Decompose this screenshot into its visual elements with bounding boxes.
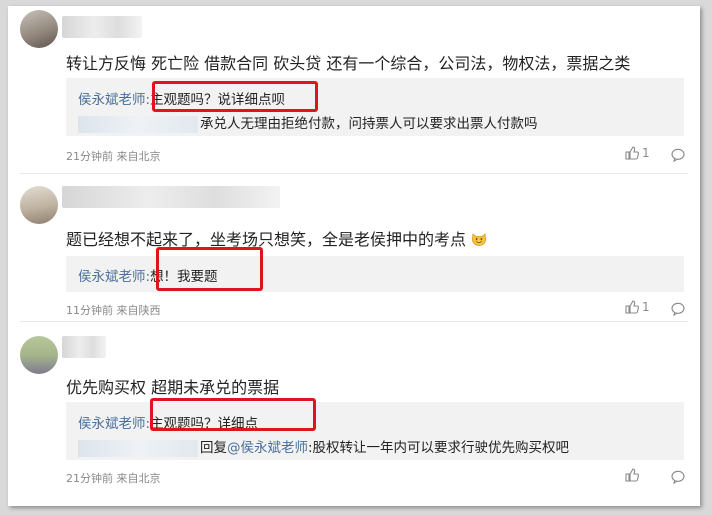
quoted-text: 承兑人无理由拒绝付款，问持票人可以要求出票人付款吗 <box>200 116 538 132</box>
comment-item: 题已经想不起来了，坐考场只想笑，全是老侯押中的考点 侯永斌老师:想！我要题 11… <box>8 174 700 322</box>
quoted-prefix: 回复 <box>200 440 227 456</box>
comment-text: 转让方反悔 死亡险 借款合同 砍头贷 还有一个综合，公司法，物权法，票据之类 <box>66 54 631 73</box>
comment-reply-icon[interactable] <box>671 148 685 162</box>
highlight-box <box>156 247 263 291</box>
username-blurred[interactable] <box>62 16 142 38</box>
like-button[interactable]: 1 <box>625 300 650 314</box>
highlight-box <box>150 398 316 431</box>
quoted-line: 承兑人无理由拒绝付款，问持票人可以要求出票人付款吗 <box>78 112 538 133</box>
comment-reply-icon[interactable] <box>671 470 685 484</box>
thumbs-up-icon <box>625 468 639 482</box>
highlight-box <box>152 81 318 112</box>
comment-meta: 21分钟前 来自北京 <box>66 472 161 485</box>
quoted-text: :股权转让一年内可以要求行驶优先购买权吧 <box>308 440 570 456</box>
avatar[interactable] <box>20 336 58 374</box>
reply-author-link[interactable]: 侯永斌老师: <box>78 92 150 108</box>
thumbs-up-icon <box>625 300 639 314</box>
comment-reply-icon[interactable] <box>671 302 685 316</box>
like-button[interactable] <box>625 468 642 482</box>
comment-text: 优先购买权 超期未承兑的票据 <box>66 378 280 397</box>
quoted-line: 回复@侯永斌老师:股权转让一年内可以要求行驶优先购买权吧 <box>78 436 569 457</box>
comment-meta: 11分钟前 来自陕西 <box>66 304 161 317</box>
comment-panel: 转让方反悔 死亡险 借款合同 砍头贷 还有一个综合，公司法，物权法，票据之类 侯… <box>8 6 700 506</box>
like-count: 1 <box>642 300 650 314</box>
thumbs-up-icon <box>625 146 639 160</box>
comment-meta: 21分钟前 来自北京 <box>66 150 161 163</box>
username-blurred[interactable] <box>62 186 280 208</box>
reply-author-link[interactable]: 侯永斌老师: <box>78 269 150 285</box>
comment-item: 转让方反悔 死亡险 借款合同 砍头贷 还有一个综合，公司法，物权法，票据之类 侯… <box>8 6 700 174</box>
username-blurred[interactable] <box>62 336 106 358</box>
avatar[interactable] <box>20 10 58 48</box>
comment-body: 题已经想不起来了，坐考场只想笑，全是老侯押中的考点 <box>66 230 467 249</box>
grinning-cat-emoji <box>472 233 487 246</box>
quoted-user-blurred <box>78 115 198 133</box>
like-count: 1 <box>642 146 650 160</box>
comment-text: 题已经想不起来了，坐考场只想笑，全是老侯押中的考点 <box>66 226 487 250</box>
quoted-user-blurred <box>78 439 198 457</box>
comment-item: 优先购买权 超期未承兑的票据 侯永斌老师:主观题吗？详细点 回复@侯永斌老师:股… <box>8 322 700 506</box>
like-button[interactable]: 1 <box>625 146 650 160</box>
avatar[interactable] <box>20 186 58 224</box>
quoted-mention-link[interactable]: @侯永斌老师 <box>227 440 308 456</box>
reply-author-link[interactable]: 侯永斌老师: <box>78 416 150 432</box>
